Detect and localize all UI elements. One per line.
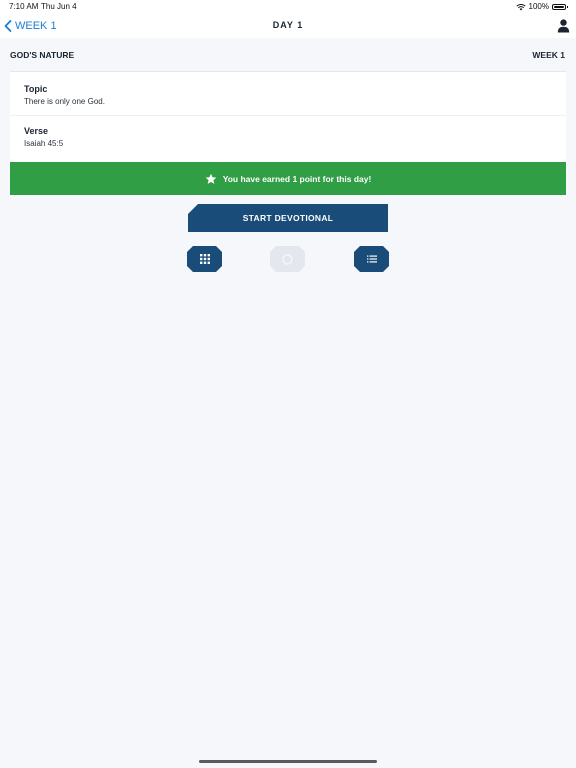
points-text: You have earned 1 point for this day! (222, 173, 372, 184)
wifi-icon (515, 3, 526, 10)
page-title: DAY 1 (272, 20, 304, 30)
points-banner: You have earned 1 point for this day! (10, 162, 566, 195)
verse-value: Isaiah 45:5 (24, 139, 64, 148)
topic-label: Topic (24, 84, 48, 94)
verse-label: Verse (24, 126, 49, 136)
card-divider (10, 115, 566, 116)
section-title: GOD'S NATURE (10, 50, 75, 60)
topic-field: Topic There is only one God. (24, 84, 105, 106)
status-date: Thu Jun 4 (41, 2, 77, 11)
home-indicator[interactable] (199, 760, 377, 763)
grid-button[interactable] (187, 246, 222, 272)
star-icon (205, 173, 217, 184)
details-card: Topic There is only one God. Verse Isaia… (10, 71, 566, 162)
status-bar: 7:10 AM Thu Jun 4 100% (0, 0, 576, 14)
nav-bar: WEEK 1 DAY 1 (0, 14, 576, 38)
section-week: WEEK 1 (532, 50, 565, 60)
battery-percent: 100% (528, 2, 549, 11)
status-time: 7:10 AM (9, 2, 39, 11)
disabled-button[interactable] (270, 246, 305, 272)
start-devotional-button[interactable]: START DEVOTIONAL (188, 204, 388, 232)
circle-icon (282, 254, 293, 265)
list-icon (367, 255, 377, 263)
verse-field: Verse Isaiah 45:5 (24, 126, 63, 148)
section-header: GOD'S NATURE WEEK 1 (0, 46, 576, 64)
status-right: 100% (515, 2, 568, 11)
list-button[interactable] (354, 246, 389, 272)
grid-icon (200, 254, 210, 264)
person-icon[interactable] (557, 19, 570, 33)
battery-icon (552, 3, 568, 10)
topic-value: There is only one God. (24, 97, 105, 106)
